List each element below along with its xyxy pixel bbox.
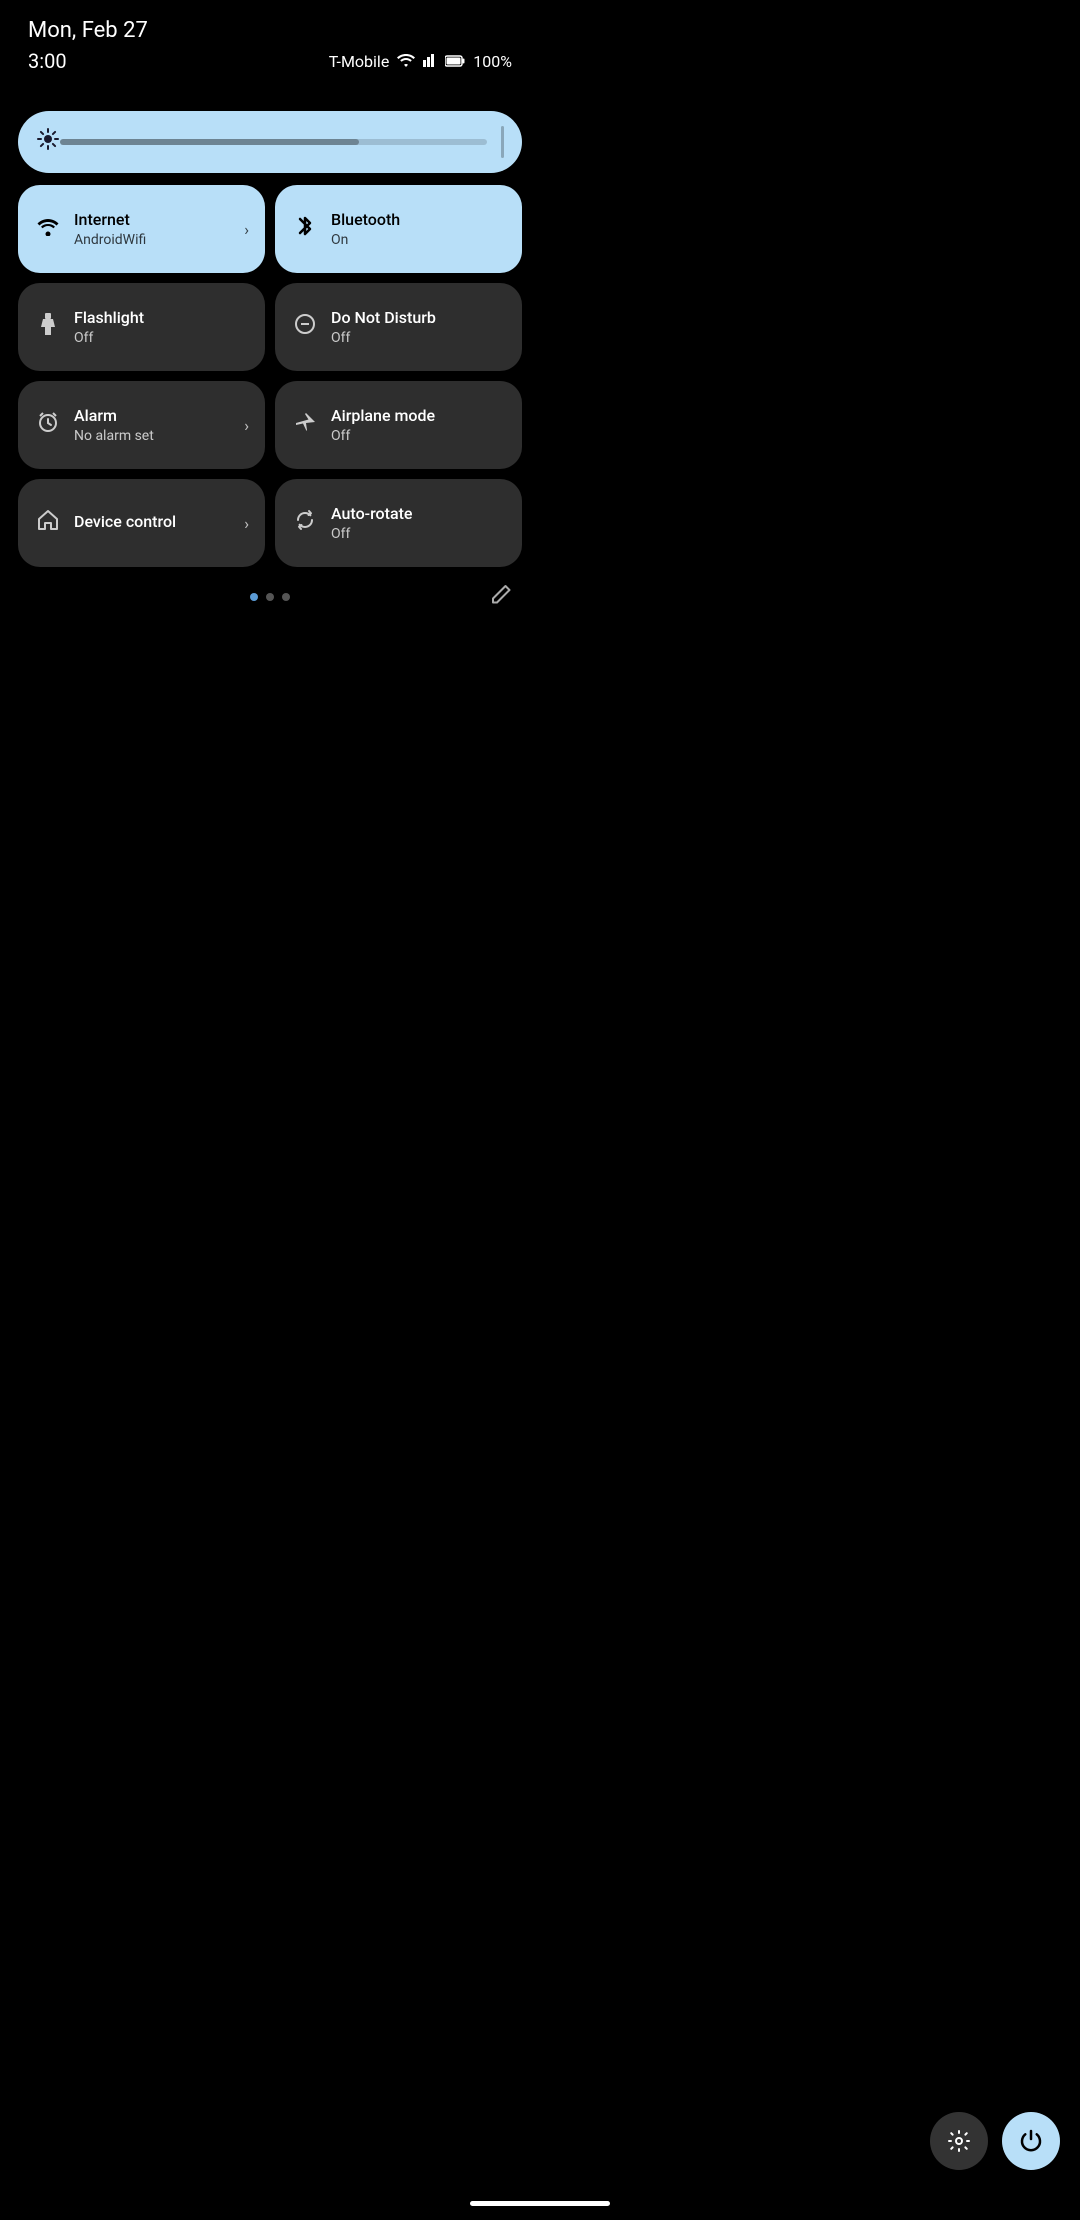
- tile-flashlight-text: Flashlight Off: [74, 308, 249, 345]
- internet-chevron-icon: ›: [244, 220, 249, 239]
- bluetooth-icon: [291, 215, 319, 243]
- tile-autorotate-subtitle: Off: [331, 526, 506, 542]
- tile-autorotate-title: Auto-rotate: [331, 504, 506, 523]
- brightness-slider[interactable]: [18, 111, 522, 173]
- tile-bluetooth-title: Bluetooth: [331, 210, 506, 229]
- signal-icon: [423, 52, 437, 71]
- tile-dnd[interactable]: Do Not Disturb Off: [275, 283, 522, 371]
- status-date: Mon, Feb 27: [28, 18, 512, 43]
- brightness-container[interactable]: [18, 111, 522, 173]
- brightness-icon: [36, 127, 60, 157]
- tile-device-control[interactable]: Device control ›: [18, 479, 265, 567]
- tile-alarm[interactable]: Alarm No alarm set ›: [18, 381, 265, 469]
- settings-button[interactable]: [930, 2112, 988, 2170]
- tile-flashlight-subtitle: Off: [74, 330, 249, 346]
- battery-icon: [445, 52, 465, 71]
- alarm-chevron-icon: ›: [244, 416, 249, 435]
- status-time: 3:00: [28, 49, 67, 73]
- page-dot-3[interactable]: [282, 593, 290, 601]
- power-button[interactable]: [1002, 2112, 1060, 2170]
- tile-dnd-subtitle: Off: [331, 330, 506, 346]
- tile-airplane-text: Airplane mode Off: [331, 406, 506, 443]
- tile-airplane[interactable]: Airplane mode Off: [275, 381, 522, 469]
- brightness-fill: [60, 139, 359, 145]
- tile-alarm-text: Alarm No alarm set: [74, 406, 232, 443]
- tile-autorotate[interactable]: Auto-rotate Off: [275, 479, 522, 567]
- tile-airplane-title: Airplane mode: [331, 406, 506, 425]
- status-right: T-Mobile: [329, 52, 512, 71]
- tile-bluetooth-subtitle: On: [331, 232, 506, 248]
- page-dot-2[interactable]: [266, 593, 274, 601]
- tile-alarm-subtitle: No alarm set: [74, 428, 232, 444]
- quick-tiles-grid: Internet AndroidWifi › Bluetooth On Flas…: [18, 185, 522, 567]
- dnd-icon: [291, 313, 319, 341]
- page-indicators: [0, 593, 540, 601]
- wifi-status-icon: [397, 52, 415, 71]
- page-dot-1[interactable]: [250, 593, 258, 601]
- tile-dnd-text: Do Not Disturb Off: [331, 308, 506, 345]
- home-indicator: [470, 2201, 610, 2206]
- edit-button[interactable]: [490, 584, 512, 611]
- tile-internet[interactable]: Internet AndroidWifi ›: [18, 185, 265, 273]
- status-bar: Mon, Feb 27 3:00 T-Mobile: [0, 0, 540, 81]
- bottom-buttons: [930, 2112, 1060, 2170]
- tile-internet-text: Internet AndroidWifi: [74, 210, 232, 247]
- device-control-chevron-icon: ›: [244, 514, 249, 533]
- airplane-icon: [291, 411, 319, 439]
- autorotate-icon: [291, 509, 319, 537]
- alarm-icon: [34, 411, 62, 439]
- wifi-icon: [34, 217, 62, 242]
- tile-internet-subtitle: AndroidWifi: [74, 232, 232, 248]
- tile-flashlight-title: Flashlight: [74, 308, 249, 327]
- tile-flashlight[interactable]: Flashlight Off: [18, 283, 265, 371]
- carrier-label: T-Mobile: [329, 52, 390, 71]
- tile-device-control-title: Device control: [74, 512, 232, 531]
- tile-alarm-title: Alarm: [74, 406, 232, 425]
- battery-percentage: 100%: [473, 52, 512, 71]
- tile-bluetooth[interactable]: Bluetooth On: [275, 185, 522, 273]
- home-icon: [34, 509, 62, 537]
- brightness-track[interactable]: [60, 139, 487, 145]
- tile-airplane-subtitle: Off: [331, 428, 506, 444]
- tile-internet-title: Internet: [74, 210, 232, 229]
- brightness-handle: [501, 126, 504, 158]
- tile-device-control-text: Device control: [74, 512, 232, 533]
- flashlight-icon: [34, 313, 62, 341]
- tile-autorotate-text: Auto-rotate Off: [331, 504, 506, 541]
- tile-dnd-title: Do Not Disturb: [331, 308, 506, 327]
- tile-bluetooth-text: Bluetooth On: [331, 210, 506, 247]
